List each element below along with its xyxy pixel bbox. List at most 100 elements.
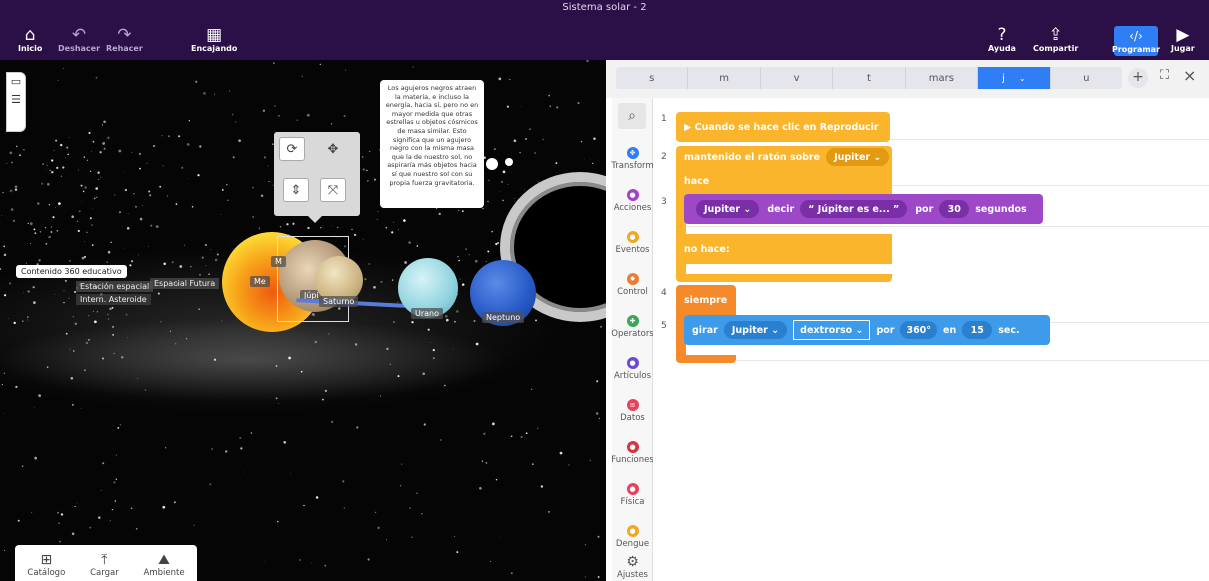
star — [356, 426, 359, 429]
star — [146, 162, 148, 164]
star — [133, 193, 135, 195]
hover-target-dropdown[interactable]: Jupiter ⌄ — [826, 148, 890, 166]
tab-j[interactable]: j ⌄ — [978, 67, 1051, 89]
category-artículos[interactable]: ● Artículos — [612, 357, 653, 381]
star — [125, 313, 128, 316]
hace-label: hace — [684, 175, 710, 187]
star — [183, 244, 186, 246]
category-label: Eventos — [615, 245, 650, 255]
segundos-label: segundos — [975, 203, 1027, 215]
star — [9, 282, 12, 285]
say-block[interactable]: Jupiter ⌄ decir “ Júpiter es e... ” por … — [684, 194, 1043, 224]
search-button[interactable]: ⌕ — [618, 103, 646, 129]
star — [95, 187, 98, 190]
star — [66, 146, 69, 149]
scale-icon[interactable]: ⤧ — [320, 178, 346, 202]
star — [537, 427, 539, 429]
star — [556, 106, 559, 109]
add-tab-button[interactable]: + — [1128, 68, 1148, 88]
star — [102, 124, 104, 126]
home-button[interactable]: ⌂ Inicio — [18, 26, 42, 53]
category-control[interactable]: ✸ Control — [612, 273, 653, 297]
girar-label: girar — [692, 324, 718, 336]
star — [310, 562, 312, 564]
category-dengue[interactable]: ● Dengue — [612, 525, 653, 549]
star — [252, 186, 254, 189]
star — [70, 376, 74, 380]
star — [59, 143, 63, 147]
play-event-block[interactable]: ▶ Cuando se hace clic en Reproducir — [676, 112, 890, 142]
expand-button[interactable]: ⛶ — [1160, 68, 1169, 83]
tab-s[interactable]: s — [616, 67, 689, 89]
star — [94, 320, 97, 324]
star — [458, 209, 460, 212]
star — [38, 394, 41, 397]
tab-t[interactable]: t — [833, 67, 906, 89]
star — [227, 199, 229, 202]
star — [86, 159, 89, 161]
star — [78, 210, 81, 213]
category-transform[interactable]: ✥ Transform — [611, 147, 654, 171]
star — [45, 169, 47, 171]
catalog-button[interactable]: ⊞ Catálogo — [27, 552, 65, 578]
star — [114, 500, 117, 502]
settings-button[interactable]: ⚙ Ajustes — [612, 554, 653, 580]
star — [131, 152, 133, 154]
scene-viewport[interactable]: ▭ ☰ Los agujeros negros atraen la materi… — [0, 60, 606, 581]
tab-u[interactable]: u — [1051, 67, 1122, 89]
star — [213, 93, 216, 95]
share-button[interactable]: ⇪ Compartir — [1033, 26, 1078, 53]
star — [109, 520, 112, 522]
category-operators[interactable]: ✚ Operators — [611, 315, 654, 339]
tab-m[interactable]: m — [688, 67, 761, 89]
rotate-target-dropdown[interactable]: Jupiter ⌄ — [723, 321, 788, 339]
info-360-label[interactable]: Contenido 360 educativo — [16, 265, 127, 278]
say-seconds-input[interactable]: 30 — [939, 200, 970, 218]
redo-button[interactable]: ↷ Rehacer — [106, 26, 143, 53]
rotate-view-icon[interactable]: ⟳ — [279, 137, 305, 161]
tiny-moon[interactable] — [505, 158, 513, 166]
small-moon[interactable] — [486, 158, 498, 170]
play-button[interactable]: ▶ Jugar — [1171, 26, 1195, 53]
degrees-input[interactable]: 360° — [900, 321, 938, 339]
say-text-input[interactable]: “ Júpiter es e... ” — [800, 200, 908, 218]
star — [324, 389, 328, 393]
help-button[interactable]: ? Ayuda — [988, 26, 1016, 53]
category-label: Datos — [620, 413, 645, 423]
category-eventos[interactable]: ● Eventos — [612, 231, 653, 255]
category-datos[interactable]: ≡ Datos — [612, 399, 653, 423]
move-icon[interactable]: ✥ — [320, 137, 346, 161]
code-workspace[interactable]: 1 2 3 4 5 ▶ Cuando se hace clic en Repro… — [653, 98, 1209, 581]
snap-button[interactable]: ▦ Encajando — [191, 26, 237, 53]
line-number: 1 — [661, 114, 667, 124]
rotate-seconds-input[interactable]: 15 — [962, 321, 993, 339]
star — [86, 231, 88, 233]
upload-button[interactable]: ⤒ Cargar — [90, 552, 119, 578]
say-target-dropdown[interactable]: Jupiter ⌄ — [696, 200, 760, 218]
window-title: Sistema solar - 2 — [562, 2, 647, 13]
forever-block[interactable]: siempre — [676, 285, 736, 315]
environment-button[interactable]: ⛰ Ambiente — [144, 552, 185, 578]
code-button[interactable]: ‹/› Programar — [1112, 26, 1160, 56]
direction-dropdown[interactable]: dextrorso ⌄ — [793, 320, 871, 340]
hover-block-end — [676, 274, 892, 282]
tab-v[interactable]: v — [761, 67, 834, 89]
star — [409, 507, 411, 509]
star — [401, 463, 403, 465]
category-dot-icon: ≡ — [626, 399, 639, 411]
rotate-block[interactable]: girar Jupiter ⌄ dextrorso ⌄ por 360° en … — [684, 315, 1050, 345]
category-acciones[interactable]: ● Acciones — [612, 189, 653, 213]
star — [157, 292, 160, 295]
star — [468, 254, 470, 256]
hover-event-block[interactable]: mantenido el ratón sobre Jupiter ⌄ — [676, 146, 892, 168]
tab-mars[interactable]: mars — [906, 67, 979, 89]
star — [12, 219, 16, 223]
undo-button[interactable]: ↶ Deshacer — [58, 26, 100, 53]
category-funciones[interactable]: ● Funciones — [611, 441, 654, 465]
star — [353, 233, 357, 237]
category-física[interactable]: ● Física — [612, 483, 653, 507]
close-button[interactable]: × — [1183, 66, 1196, 85]
star — [149, 194, 152, 197]
vertical-move-icon[interactable]: ⇕ — [283, 178, 309, 202]
scene-side-tab[interactable]: ▭ ☰ — [6, 72, 26, 132]
